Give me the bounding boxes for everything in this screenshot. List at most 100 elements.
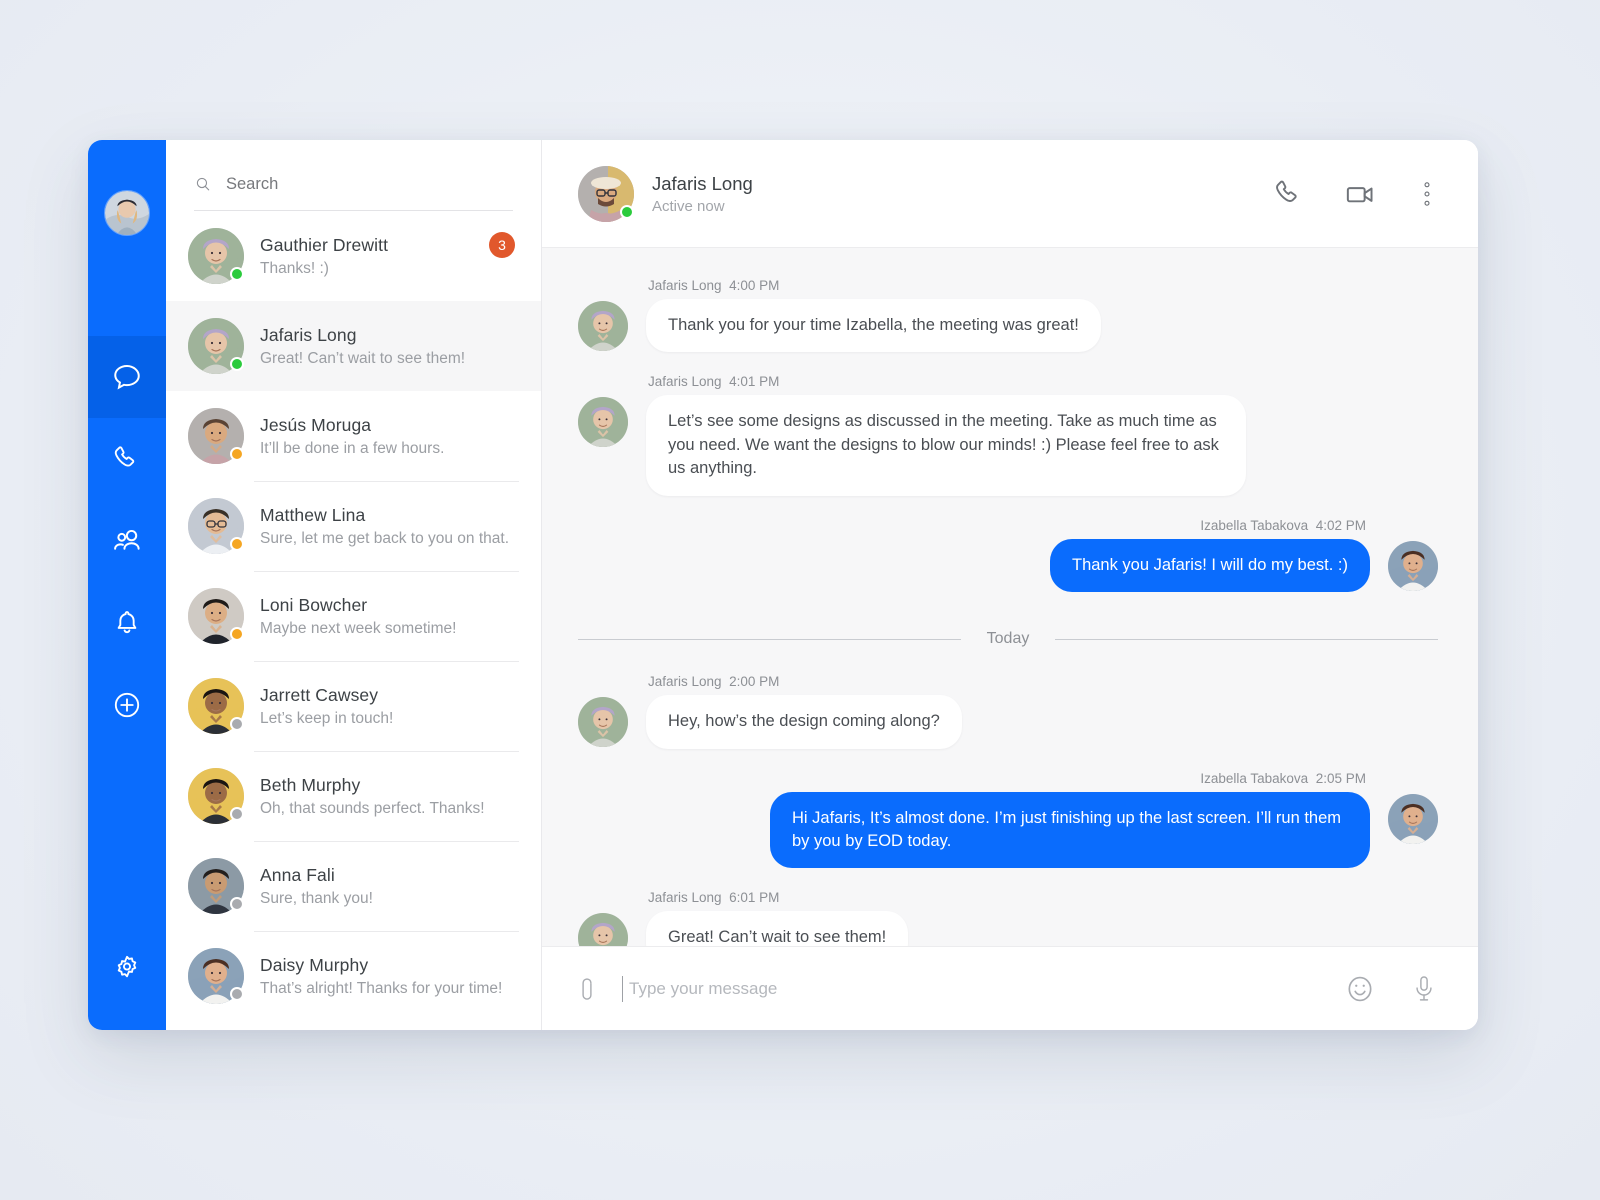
outgoing-message: Izabella Tabakova 4:02 PM Thank you Jafa…	[578, 517, 1438, 593]
conversation-preview: Let’s keep in touch!	[260, 709, 394, 727]
conversation-list-item[interactable]: Loni Bowcher Maybe next week sometime!	[166, 571, 541, 661]
phone-call-icon	[1276, 180, 1297, 202]
divider-line-left	[578, 638, 961, 640]
message-avatar	[578, 301, 628, 351]
avatar-illustration	[578, 397, 628, 448]
conversation-avatar-wrap	[188, 228, 244, 284]
conversation-text: Jarrett Cawsey Let’s keep in touch!	[260, 685, 515, 728]
message-bubble: Great! Can’t wait to see them!	[646, 911, 909, 946]
smiley-icon	[1348, 976, 1372, 1001]
conversation-list-item[interactable]: Jarrett Cawsey Let’s keep in touch!	[166, 661, 541, 751]
message-meta: Jafaris Long 4:00 PM	[648, 278, 1438, 293]
sidebar-item-contacts[interactable]	[88, 500, 166, 582]
outgoing-message: Izabella Tabakova 2:05 PM Hi Jafaris, It…	[578, 771, 1438, 869]
conversation-list-item[interactable]: Anna Fali Sure, thank you!	[166, 841, 541, 931]
message-row: Thank you for your time Izabella, the me…	[578, 299, 1438, 353]
conversation-list-item[interactable]: Matthew Lina Sure, let me get back to yo…	[166, 481, 541, 571]
conversation-list-item[interactable]: Daisy Murphy That’s alright! Thanks for …	[166, 931, 541, 1021]
chat-header-status: Active now	[652, 197, 725, 215]
voice-call-button[interactable]	[1272, 177, 1306, 211]
incoming-message: Jafaris Long 6:01 PM Great! Can’t wait t…	[578, 890, 1438, 946]
message-input[interactable]	[622, 975, 1322, 1002]
search-row	[166, 140, 541, 211]
nav-items	[88, 336, 166, 746]
attach-button[interactable]	[574, 976, 600, 1002]
conversation-name: Loni Bowcher	[260, 594, 368, 615]
status-dot-online	[230, 267, 244, 281]
message-time: 2:05 PM	[1315, 770, 1366, 786]
more-options-button[interactable]	[1416, 179, 1438, 209]
conversation-preview: Sure, thank you!	[260, 889, 373, 907]
search-box[interactable]	[194, 174, 513, 211]
message-time: 6:01 PM	[729, 890, 780, 906]
sidebar-item-chats[interactable]	[88, 336, 166, 418]
message-row: Let’s see some designs as discussed in t…	[578, 395, 1438, 496]
message-list: Jafaris Long 4:00 PM Thank you for your …	[542, 248, 1478, 946]
message-time: 2:00 PM	[729, 674, 780, 690]
conversation-name: Gauthier Drewitt	[260, 234, 389, 255]
message-composer	[542, 946, 1478, 1030]
search-icon	[196, 177, 210, 191]
chat-header-status-dot	[620, 204, 634, 219]
avatar-illustration-izabella	[105, 191, 149, 235]
conversation-text: Daisy Murphy That’s alright! Thanks for …	[260, 955, 515, 998]
status-dot-away	[230, 537, 244, 551]
conversation-text: Jesús Moruga It’ll be done in a few hour…	[260, 415, 515, 458]
chat-panel: Jafaris Long Active now Jafaris Long 4:0…	[542, 140, 1478, 1030]
sidebar-item-new[interactable]	[88, 664, 166, 746]
avatar-illustration	[578, 697, 628, 748]
conversation-avatar-wrap	[188, 858, 244, 914]
conversation-preview: Maybe next week sometime!	[260, 619, 457, 637]
current-user-avatar[interactable]	[104, 190, 150, 236]
message-time: 4:01 PM	[729, 374, 780, 390]
incoming-message: Jafaris Long 2:00 PM Hey, how’s the desi…	[578, 674, 1438, 749]
message-avatar	[578, 697, 628, 748]
conversation-name: Matthew Lina	[260, 504, 366, 525]
sidebar-item-settings[interactable]	[88, 938, 166, 998]
video-call-button[interactable]	[1342, 175, 1380, 213]
message-meta: Jafaris Long 2:00 PM	[648, 674, 1438, 689]
message-sender: Izabella Tabakova	[1200, 770, 1309, 786]
conversation-name: Jafaris Long	[260, 324, 357, 345]
conversation-list-item[interactable]: Beth Murphy Oh, that sounds perfect. Tha…	[166, 751, 541, 841]
conversation-avatar-wrap	[188, 498, 244, 554]
status-dot-offline	[230, 897, 244, 911]
conversation-name: Daisy Murphy	[260, 954, 369, 975]
message-avatar	[578, 397, 628, 448]
conversation-preview: Sure, let me get back to you on that.	[260, 529, 510, 547]
conversation-list[interactable]: Gauthier Drewitt Thanks! :) 3 Jafaris Lo…	[166, 211, 541, 1030]
chat-header-avatar-wrap	[578, 165, 634, 222]
message-bubble: Hey, how’s the design coming along?	[646, 695, 962, 749]
chat-header-meta: Jafaris Long Active now	[652, 173, 1272, 215]
conversation-text: Matthew Lina Sure, let me get back to yo…	[260, 505, 515, 548]
status-dot-away	[230, 447, 244, 461]
divider-line-right	[1055, 638, 1439, 640]
conversation-list-item[interactable]: Jafaris Long Great! Can’t wait to see th…	[166, 301, 541, 391]
conversation-list-item[interactable]: Gauthier Drewitt Thanks! :) 3	[166, 211, 541, 301]
conversation-avatar-wrap	[188, 768, 244, 824]
message-time: 4:02 PM	[1315, 517, 1366, 533]
gear-icon	[117, 955, 137, 978]
avatar-illustration	[1388, 793, 1438, 844]
voice-record-button[interactable]	[1410, 974, 1438, 1004]
conversation-name: Jarrett Cawsey	[260, 684, 379, 705]
sidebar-item-calls[interactable]	[88, 418, 166, 500]
emoji-button[interactable]	[1344, 973, 1376, 1005]
message-row: Hey, how’s the design coming along?	[578, 695, 1438, 749]
chat-header: Jafaris Long Active now	[542, 140, 1478, 248]
message-meta: Jafaris Long 6:01 PM	[648, 890, 1438, 905]
conversation-name: Jesús Moruga	[260, 414, 372, 435]
conversation-list-item[interactable]: Jesús Moruga It’ll be done in a few hour…	[166, 391, 541, 481]
chat-app-window: Gauthier Drewitt Thanks! :) 3 Jafaris Lo…	[88, 140, 1478, 1030]
conversation-list-panel: Gauthier Drewitt Thanks! :) 3 Jafaris Lo…	[166, 140, 542, 1030]
message-sender: Jafaris Long	[648, 374, 722, 390]
conversation-avatar-wrap	[188, 318, 244, 374]
chat-header-name: Jafaris Long	[652, 172, 753, 194]
conversation-avatar-wrap	[188, 408, 244, 464]
search-input[interactable]	[226, 174, 513, 194]
avatar-illustration	[1388, 540, 1438, 591]
message-bubble: Hi Jafaris, It’s almost done. I’m just f…	[770, 791, 1370, 869]
message-avatar	[578, 913, 628, 946]
sidebar-item-notifications[interactable]	[88, 582, 166, 664]
conversation-name: Anna Fali	[260, 864, 335, 885]
